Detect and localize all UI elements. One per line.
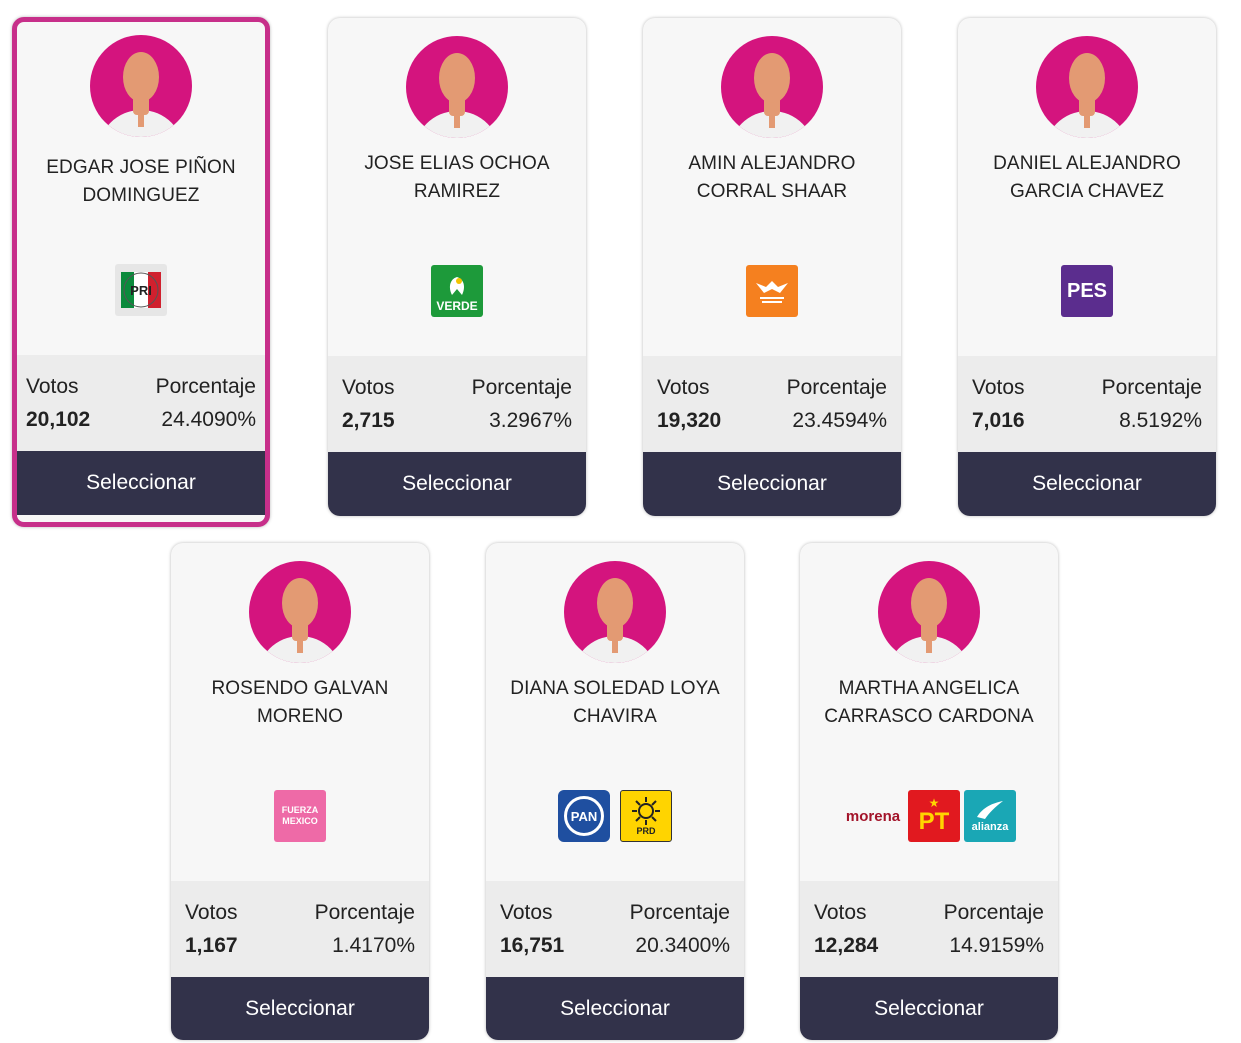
pt-logo-text: PT [918, 808, 950, 835]
stats-panel: Votos Porcentaje 7,016 8.5192% [958, 356, 1216, 452]
morena-logo-text: morena [845, 807, 901, 825]
avatar [878, 561, 980, 663]
candidate-card[interactable]: AMIN ALEJANDRO CORRAL SHAAR Votos Porcen… [643, 18, 901, 516]
pes-logo-icon: PES [1061, 265, 1113, 317]
candidate-name: DANIEL ALEJANDRO GARCIA CHAVEZ [993, 153, 1181, 202]
movimiento-ciudadano-logo-icon [746, 265, 798, 317]
avatar [564, 561, 666, 663]
party-logos: PES [958, 264, 1216, 318]
nueva-alianza-logo-icon: alianza [964, 790, 1016, 842]
pan-logo-icon: PAN [558, 790, 610, 842]
votes-value: 1,167 [185, 934, 238, 957]
percentage-label: Porcentaje [943, 901, 1044, 924]
percentage-value: 1.4170% [332, 934, 415, 957]
votes-label: Votos [814, 901, 867, 924]
avatar [90, 35, 192, 137]
percentage-value: 14.9159% [949, 934, 1044, 957]
percentage-label: Porcentaje [629, 901, 730, 924]
select-button[interactable]: Seleccionar [486, 977, 744, 1040]
stats-panel: Votos Porcentaje 2,715 3.2967% [328, 356, 586, 452]
votes-label: Votos [26, 375, 79, 398]
fuerza-mexico-logo-text: FUERZA MEXICO [281, 805, 319, 826]
morena-logo-icon: morena [842, 790, 904, 842]
percentage-label: Porcentaje [1101, 376, 1202, 399]
party-logos: morena ★ PT alianza [800, 789, 1058, 843]
stats-panel: Votos Porcentaje 12,284 14.9159% [800, 881, 1058, 977]
party-logos: FUERZA MEXICO [171, 789, 429, 843]
votes-value: 7,016 [972, 409, 1025, 432]
candidate-name: EDGAR JOSE PIÑON DOMINGUEZ [46, 157, 236, 206]
stats-panel: Votos Porcentaje 20,102 24.4090% [17, 355, 265, 451]
candidate-card[interactable]: MARTHA ANGELICA CARRASCO CARDONA morena … [800, 543, 1058, 1040]
candidate-name: AMIN ALEJANDRO CORRAL SHAAR [688, 153, 856, 202]
avatar [249, 561, 351, 663]
votes-label: Votos [185, 901, 238, 924]
candidate-name: JOSE ELIAS OCHOA RAMIREZ [364, 153, 550, 202]
pri-logo-icon: PRI [115, 264, 167, 316]
votes-label: Votos [972, 376, 1025, 399]
percentage-label: Porcentaje [314, 901, 415, 924]
votes-value: 20,102 [26, 408, 91, 431]
percentage-label: Porcentaje [155, 375, 256, 398]
select-button[interactable]: Seleccionar [17, 451, 265, 515]
avatar [1036, 36, 1138, 138]
percentage-value: 23.4594% [792, 409, 887, 432]
percentage-label: Porcentaje [786, 376, 887, 399]
candidate-name: DIANA SOLEDAD LOYA CHAVIRA [510, 678, 720, 727]
percentage-value: 8.5192% [1119, 409, 1202, 432]
candidate-card[interactable]: EDGAR JOSE PIÑON DOMINGUEZ PRI Votos Por… [12, 17, 270, 527]
verde-logo-icon: VERDE [431, 265, 483, 317]
candidate-name: ROSENDO GALVAN MORENO [211, 678, 389, 727]
votes-value: 19,320 [657, 409, 722, 432]
percentage-label: Porcentaje [471, 376, 572, 399]
candidate-card[interactable]: DIANA SOLEDAD LOYA CHAVIRA PAN PRD Votos… [486, 543, 744, 1040]
select-button[interactable]: Seleccionar [800, 977, 1058, 1040]
percentage-value: 24.4090% [161, 408, 256, 431]
party-logos: PAN PRD [486, 789, 744, 843]
votes-label: Votos [500, 901, 553, 924]
pri-logo-text: PRI [130, 282, 152, 298]
votes-value: 2,715 [342, 409, 395, 432]
stats-panel: Votos Porcentaje 19,320 23.4594% [643, 356, 901, 452]
select-button[interactable]: Seleccionar [171, 977, 429, 1040]
select-button[interactable]: Seleccionar [643, 452, 901, 516]
prd-logo-text: PRD [636, 826, 656, 836]
percentage-value: 20.3400% [635, 934, 730, 957]
percentage-value: 3.2967% [489, 409, 572, 432]
candidate-card[interactable]: JOSE ELIAS OCHOA RAMIREZ VERDE Votos Por… [328, 18, 586, 516]
stats-panel: Votos Porcentaje 16,751 20.3400% [486, 881, 744, 977]
fuerza-mexico-logo-icon: FUERZA MEXICO [274, 790, 326, 842]
verde-logo-text: VERDE [436, 299, 478, 313]
avatar [721, 36, 823, 138]
party-logos: VERDE [328, 264, 586, 318]
prd-logo-icon: PRD [620, 790, 672, 842]
candidate-card[interactable]: DANIEL ALEJANDRO GARCIA CHAVEZ PES Votos… [958, 18, 1216, 516]
candidate-card[interactable]: ROSENDO GALVAN MORENO FUERZA MEXICO Voto… [171, 543, 429, 1040]
candidate-name: MARTHA ANGELICA CARRASCO CARDONA [824, 678, 1034, 727]
stats-panel: Votos Porcentaje 1,167 1.4170% [171, 881, 429, 977]
nueva-alianza-logo-text: alianza [971, 821, 1009, 833]
pan-logo-text: PAN [570, 808, 598, 824]
votes-label: Votos [657, 376, 710, 399]
pt-logo-icon: ★ PT [908, 790, 960, 842]
pes-logo-text: PES [1066, 279, 1108, 302]
party-logos [643, 264, 901, 318]
votes-value: 16,751 [500, 934, 565, 957]
avatar [406, 36, 508, 138]
select-button[interactable]: Seleccionar [328, 452, 586, 516]
votes-label: Votos [342, 376, 395, 399]
select-button[interactable]: Seleccionar [958, 452, 1216, 516]
votes-value: 12,284 [814, 934, 879, 957]
party-logos: PRI [17, 263, 265, 317]
